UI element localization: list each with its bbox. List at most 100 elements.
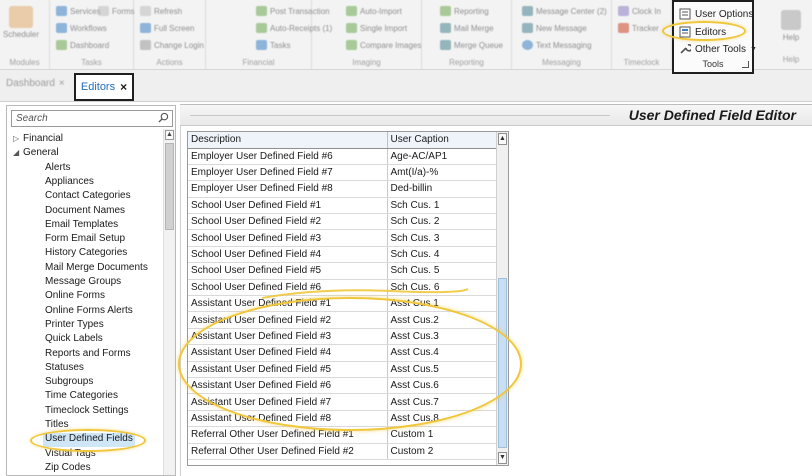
scroll-up-icon[interactable]: ▲ [498,133,507,145]
merge-queue-button[interactable]: Merge Queue [440,38,503,52]
tree-item-document-names[interactable]: Document Names [45,205,125,219]
table-row[interactable]: Employer User Defined Field #7 Amt(I/a)-% [188,164,498,182]
tree-item-mail-merge-documents[interactable]: Mail Merge Documents [45,262,148,276]
tracker-button[interactable]: Tracker [618,21,659,35]
caption-cell[interactable]: Asst Cus.3 [387,328,498,346]
tree-item-online-forms-alerts[interactable]: Online Forms Alerts [45,305,133,319]
caption-cell[interactable]: Asst Cus.7 [387,393,498,411]
table-row[interactable]: Employer User Defined Field #6 Age-AC/AP1 [188,148,498,165]
tree-item-time-categories[interactable]: Time Categories [45,390,118,404]
table-row[interactable]: Assistant User Defined Field #6 Asst Cus.… [188,377,498,395]
tree-item-timeclock-settings[interactable]: Timeclock Settings [45,405,129,419]
scroll-down-icon[interactable]: ▼ [498,452,507,464]
forms-button[interactable]: Forms [98,4,135,18]
caption-cell[interactable]: Age-AC/AP1 [387,148,498,165]
tree-item-appliances[interactable]: Appliances [45,176,94,190]
tree-scrollbar[interactable]: ▲ [163,129,175,475]
caption-cell[interactable]: Asst Cus.1 [387,295,498,313]
clock-in-button[interactable]: Clock In [618,4,661,18]
compare-images-button[interactable]: Compare Images [346,38,421,52]
caption-cell[interactable]: Asst Cus.6 [387,377,498,395]
table-row[interactable]: Assistant User Defined Field #7 Asst Cus.… [188,393,498,411]
change-login-button[interactable]: Change Login [140,38,204,52]
tree-node-general[interactable]: ◢ General [13,147,59,161]
table-row[interactable]: Assistant User Defined Field #3 Asst Cus.… [188,328,498,346]
refresh-button[interactable]: Refresh [140,4,182,18]
message-center-button[interactable]: Message Center (2) [522,4,607,18]
workflows-button[interactable]: Workflows [56,21,107,35]
tree-item-email-templates[interactable]: Email Templates [45,219,118,233]
collapse-icon[interactable]: ◢ [13,148,23,157]
table-row[interactable]: School User Defined Field #1 Sch Cus. 1 [188,197,498,215]
financial-tasks-button[interactable]: Tasks [256,38,290,52]
tab-dashboard[interactable]: Dashboard × [6,78,65,89]
tree-item-printer-types[interactable]: Printer Types [45,319,104,333]
user-options-button[interactable]: User Options [679,6,753,22]
scroll-thumb[interactable] [165,143,174,230]
scroll-thumb[interactable] [498,278,507,448]
tree-item-user-defined-fields[interactable]: User Defined Fields [43,433,135,448]
tree-item-contact-categories[interactable]: Contact Categories [45,190,131,204]
table-row[interactable]: School User Defined Field #4 Sch Cus. 4 [188,246,498,264]
caption-cell[interactable]: Custom 2 [387,443,498,460]
grid-scrollbar[interactable]: ▲ ▼ [496,132,508,465]
caption-cell[interactable]: Custom 1 [387,426,498,444]
column-header-description[interactable]: Description [188,132,388,149]
expand-icon[interactable]: ▷ [13,134,23,143]
tree-item-history-categories[interactable]: History Categories [45,247,127,261]
caption-cell[interactable]: Asst Cus.2 [387,311,498,329]
auto-import-button[interactable]: Auto-Import [346,4,402,18]
table-row[interactable]: School User Defined Field #5 Sch Cus. 5 [188,262,498,280]
caption-cell[interactable]: Asst Cus.5 [387,361,498,378]
table-row[interactable]: School User Defined Field #6 Sch Cus. 6 [188,279,498,297]
single-import-button[interactable]: Single Import [346,21,407,35]
tree-item-statuses[interactable]: Statuses [45,362,84,376]
table-row[interactable]: School User Defined Field #3 Sch Cus. 3 [188,229,498,247]
tree-item-zip-codes[interactable]: Zip Codes [45,462,91,476]
column-header-user-caption[interactable]: User Caption [387,132,498,149]
tree-item-subgroups[interactable]: Subgroups [45,376,93,390]
table-row[interactable]: Assistant User Defined Field #1 Asst Cus.… [188,295,498,313]
tree-item-reports-and-forms[interactable]: Reports and Forms [45,348,131,362]
table-row[interactable]: Referral Other User Defined Field #1 Cust… [188,426,498,444]
close-icon[interactable]: × [120,80,127,94]
tree-item-message-groups[interactable]: Message Groups [45,276,121,290]
caption-cell[interactable]: Ded-billin [387,180,498,198]
table-row[interactable]: Assistant User Defined Field #5 Asst Cus.… [188,361,498,378]
tree-item-quick-labels[interactable]: Quick Labels [45,333,103,347]
caption-cell[interactable]: Sch Cus. 5 [387,262,498,280]
table-row[interactable]: Assistant User Defined Field #2 Asst Cus.… [188,311,498,329]
table-row[interactable]: Assistant User Defined Field #4 Asst Cus.… [188,344,498,362]
caption-cell[interactable]: Asst Cus.4 [387,344,498,362]
text-messaging-button[interactable]: Text Messaging [522,38,592,52]
scroll-up-icon[interactable]: ▲ [165,130,174,140]
caption-cell[interactable]: Sch Cus. 3 [387,229,498,247]
caption-cell[interactable]: Sch Cus. 2 [387,213,498,231]
search-icon[interactable] [158,112,169,123]
new-message-button[interactable]: New Message [522,21,587,35]
table-row[interactable]: School User Defined Field #2 Sch Cus. 2 [188,213,498,231]
caption-cell[interactable]: Asst Cus.8 [387,410,498,428]
caption-cell[interactable]: Amt(I/a)-% [387,164,498,182]
caption-cell[interactable]: Sch Cus. 6 [387,279,498,297]
tree-item-titles[interactable]: Titles [45,419,69,433]
dialog-launcher-icon[interactable] [742,61,749,68]
tab-editors[interactable]: Editors × [74,73,134,101]
tree-item-visual-tags[interactable]: Visual Tags [45,448,96,462]
full-screen-button[interactable]: Full Screen [140,21,194,35]
table-row[interactable]: Assistant User Defined Field #8 Asst Cus.… [188,410,498,428]
tree-item-online-forms[interactable]: Online Forms [45,290,105,304]
other-tools-button[interactable]: Other Tools ▼ [679,41,757,57]
tree-item-form-email-setup[interactable]: Form Email Setup [45,233,125,247]
services-button[interactable]: Services [56,4,101,18]
table-row[interactable]: Employer User Defined Field #8 Ded-billin [188,180,498,198]
tree-node-financial[interactable]: ▷ Financial [13,133,63,147]
reporting-button[interactable]: Reporting [440,4,489,18]
caption-cell[interactable]: Sch Cus. 4 [387,246,498,264]
help-button[interactable]: Help Help [776,4,806,64]
close-icon[interactable]: × [59,78,65,89]
scheduler-button[interactable]: Scheduler [3,4,39,48]
tree-item-alerts[interactable]: Alerts [45,162,71,176]
caption-cell[interactable]: Sch Cus. 1 [387,197,498,215]
dashboard-button[interactable]: Dashboard [56,38,109,52]
